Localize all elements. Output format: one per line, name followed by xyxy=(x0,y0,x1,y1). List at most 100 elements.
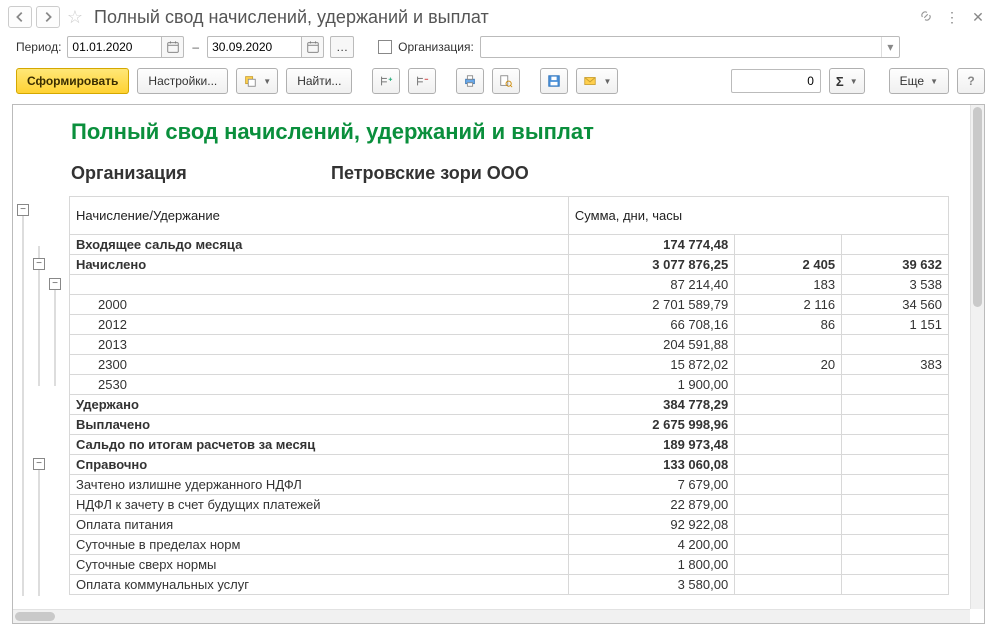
row-value: 204 591,88 xyxy=(568,335,734,355)
help-button[interactable]: ? xyxy=(957,68,985,94)
row-value: 1 800,00 xyxy=(568,555,734,575)
close-window-button[interactable]: ✕ xyxy=(967,9,989,26)
table-row[interactable]: Сальдо по итогам расчетов за месяц189 97… xyxy=(70,435,949,455)
print-button[interactable] xyxy=(456,68,484,94)
table-row[interactable]: 20002 701 589,792 11634 560 xyxy=(70,295,949,315)
more-button[interactable]: Еще ▼ xyxy=(889,68,949,94)
row-label: Оплата коммунальных услуг xyxy=(70,575,569,595)
save-button[interactable] xyxy=(540,68,568,94)
table-row[interactable]: 201266 708,16861 151 xyxy=(70,315,949,335)
period-picker-button[interactable]: … xyxy=(330,36,354,58)
kebab-menu-icon[interactable]: ⋮ xyxy=(941,9,963,26)
row-value xyxy=(842,375,949,395)
scrollbar-thumb[interactable] xyxy=(15,612,55,621)
row-label: Справочно xyxy=(70,455,569,475)
row-value xyxy=(842,395,949,415)
report-frame: Полный свод начислений, удержаний и выпл… xyxy=(12,104,985,624)
nav-back-button[interactable] xyxy=(8,6,32,28)
row-value: 20 xyxy=(735,355,842,375)
table-row[interactable]: НДФЛ к зачету в счет будущих платежей22 … xyxy=(70,495,949,515)
settings-button-label: Настройки... xyxy=(148,74,217,88)
row-value xyxy=(842,515,949,535)
chevron-down-icon: ▼ xyxy=(263,77,271,86)
row-value xyxy=(842,535,949,555)
row-label: Суточные в пределах норм xyxy=(70,535,569,555)
period-from-input[interactable] xyxy=(67,36,162,58)
variants-button[interactable]: ▼ xyxy=(236,68,278,94)
row-value: 15 872,02 xyxy=(568,355,734,375)
row-value xyxy=(842,555,949,575)
period-from-calendar-button[interactable] xyxy=(162,36,184,58)
row-label: Сальдо по итогам расчетов за месяц xyxy=(70,435,569,455)
vertical-scrollbar[interactable] xyxy=(970,105,984,609)
generate-button-label: Сформировать xyxy=(27,74,118,88)
table-row[interactable]: 25301 900,00 xyxy=(70,375,949,395)
floppy-disk-icon xyxy=(547,74,561,88)
organization-select[interactable]: ▾ xyxy=(480,36,900,58)
row-value: 86 xyxy=(735,315,842,335)
link-icon[interactable] xyxy=(915,9,937,26)
row-label: Зачтено излишне удержанного НДФЛ xyxy=(70,475,569,495)
copy-plus-icon xyxy=(243,74,257,88)
row-value: 66 708,16 xyxy=(568,315,734,335)
row-label: 2000 xyxy=(70,295,569,315)
help-button-label: ? xyxy=(967,74,974,88)
find-button[interactable]: Найти... xyxy=(286,68,352,94)
chain-link-icon xyxy=(919,9,933,23)
page-magnifier-icon xyxy=(499,74,513,88)
row-value xyxy=(735,495,842,515)
chevron-down-icon: ▼ xyxy=(930,77,938,86)
row-value: 189 973,48 xyxy=(568,435,734,455)
row-value xyxy=(842,415,949,435)
horizontal-scrollbar[interactable] xyxy=(13,609,970,623)
table-row[interactable]: Оплата коммунальных услуг3 580,00 xyxy=(70,575,949,595)
row-value xyxy=(842,495,949,515)
find-button-label: Найти... xyxy=(297,74,341,88)
nav-forward-button[interactable] xyxy=(36,6,60,28)
scrollbar-thumb[interactable] xyxy=(973,107,982,307)
row-value xyxy=(735,335,842,355)
collapse-tree-button[interactable] xyxy=(408,68,436,94)
chevron-down-icon: ▼ xyxy=(850,77,858,86)
table-row[interactable]: Зачтено излишне удержанного НДФЛ7 679,00 xyxy=(70,475,949,495)
table-row[interactable]: Входящее сальдо месяца174 774,48 xyxy=(70,235,949,255)
row-value xyxy=(735,415,842,435)
table-row[interactable]: Суточные в пределах норм4 200,00 xyxy=(70,535,949,555)
sigma-icon: Σ xyxy=(836,74,844,89)
period-label: Период: xyxy=(16,40,61,54)
settings-button[interactable]: Настройки... xyxy=(137,68,228,94)
chevron-down-icon: ▼ xyxy=(603,77,611,86)
table-row[interactable]: Начислено3 077 876,252 40539 632 xyxy=(70,255,949,275)
table-row[interactable]: Выплачено2 675 998,96 xyxy=(70,415,949,435)
table-row[interactable]: Удержано384 778,29 xyxy=(70,395,949,415)
sum-field[interactable] xyxy=(731,69,821,93)
table-row[interactable]: 2013204 591,88 xyxy=(70,335,949,355)
tree-lines xyxy=(13,196,69,609)
report-org-label: Организация xyxy=(71,163,291,184)
window-title: Полный свод начислений, удержаний и выпл… xyxy=(94,7,911,28)
table-head-right: Сумма, дни, часы xyxy=(568,197,948,235)
favorite-star-icon[interactable]: ☆ xyxy=(64,7,86,28)
expand-tree-button[interactable] xyxy=(372,68,400,94)
table-row[interactable]: 230015 872,0220383 xyxy=(70,355,949,375)
row-value xyxy=(735,435,842,455)
period-to-calendar-button[interactable] xyxy=(302,36,324,58)
row-label: Начислено xyxy=(70,255,569,275)
period-dash: – xyxy=(190,40,201,54)
row-value xyxy=(735,535,842,555)
email-button[interactable]: ▼ xyxy=(576,68,618,94)
generate-button[interactable]: Сформировать xyxy=(16,68,129,94)
row-value: 174 774,48 xyxy=(568,235,734,255)
table-row[interactable]: 87 214,401833 538 xyxy=(70,275,949,295)
period-to-input[interactable] xyxy=(207,36,302,58)
table-row[interactable]: Справочно133 060,08 xyxy=(70,455,949,475)
table-row[interactable]: Оплата питания92 922,08 xyxy=(70,515,949,535)
preview-button[interactable] xyxy=(492,68,520,94)
row-label: 2012 xyxy=(70,315,569,335)
row-value: 39 632 xyxy=(842,255,949,275)
more-button-label: Еще xyxy=(900,74,924,88)
dropdown-caret-icon[interactable]: ▾ xyxy=(881,37,899,57)
sigma-button[interactable]: Σ ▼ xyxy=(829,68,865,94)
organization-filter-checkbox[interactable] xyxy=(378,40,392,54)
table-row[interactable]: Суточные сверх нормы1 800,00 xyxy=(70,555,949,575)
